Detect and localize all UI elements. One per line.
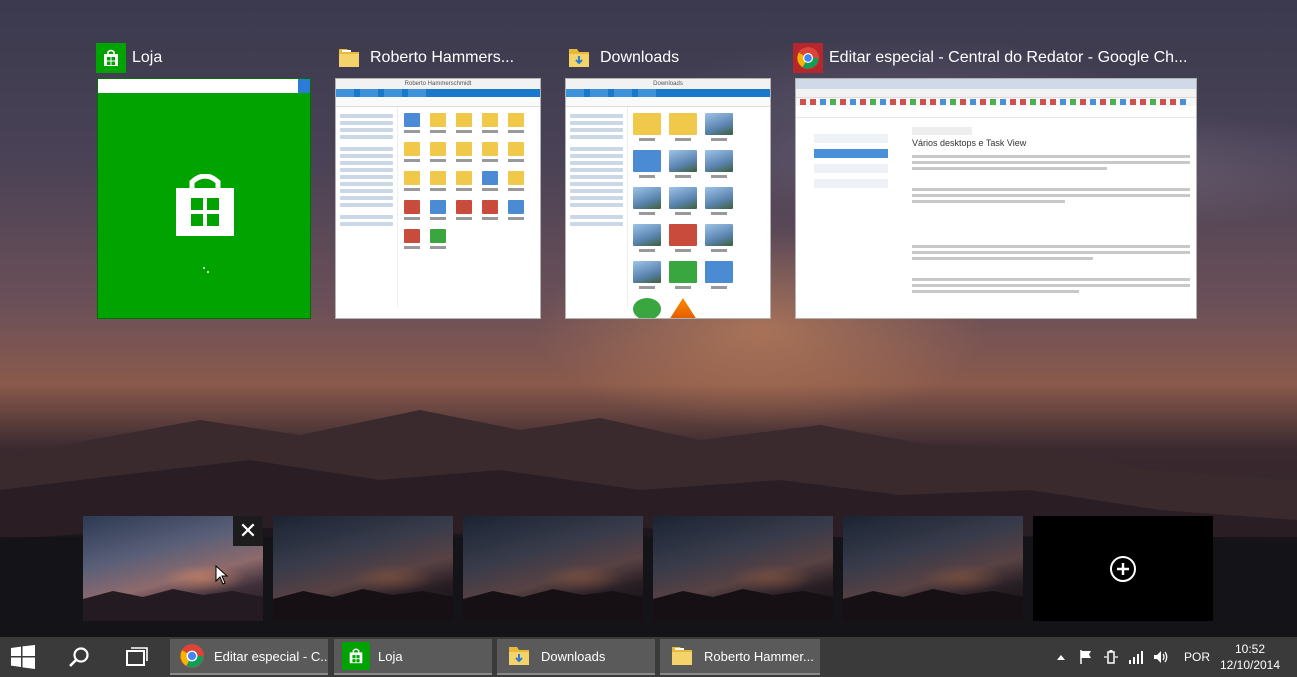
store-logo-icon xyxy=(176,174,234,236)
preview-titlebar: Downloads xyxy=(566,79,770,89)
downloads-folder-icon xyxy=(564,43,594,73)
task-view-button[interactable] xyxy=(114,637,160,677)
downloads-folder-icon xyxy=(505,642,533,670)
taskbar-app-label: Downloads xyxy=(541,648,606,664)
taskbar-app-downloads[interactable]: Downloads xyxy=(497,639,655,675)
clock-time: 10:52 xyxy=(1234,642,1266,656)
task-view-icon xyxy=(126,647,148,666)
window-title-text: Loja xyxy=(132,49,163,66)
search-icon xyxy=(69,647,89,667)
preview-sidebar xyxy=(796,118,906,296)
mouse-cursor-icon xyxy=(215,565,229,585)
chrome-icon xyxy=(178,642,206,670)
window-preview-roberto[interactable]: Roberto Hammerschmidt xyxy=(335,78,541,319)
window-title-roberto[interactable]: Roberto Hammers... xyxy=(334,41,540,75)
window-title-downloads[interactable]: Downloads xyxy=(564,41,770,75)
volume-icon[interactable] xyxy=(1152,648,1170,666)
virtual-desktop-2[interactable] xyxy=(273,516,453,621)
window-title-chrome[interactable]: Editar especial - Central do Redator - G… xyxy=(793,41,1197,75)
windows-logo-icon xyxy=(11,645,35,669)
window-preview-chrome[interactable]: Vários desktops e Task View xyxy=(795,78,1197,319)
action-center-flag-icon[interactable] xyxy=(1077,648,1095,666)
power-battery-icon[interactable] xyxy=(1102,648,1120,666)
window-preview-store[interactable] xyxy=(97,78,311,319)
new-desktop-button[interactable] xyxy=(1033,516,1213,621)
plus-circle-icon xyxy=(1110,555,1136,582)
taskbar-app-chrome[interactable]: Editar especial - C... xyxy=(170,639,328,675)
article-heading: Vários desktops e Task View xyxy=(912,138,1027,148)
network-signal-icon[interactable] xyxy=(1127,648,1145,666)
folder-icon xyxy=(668,642,696,670)
taskbar: Editar especial - C... Loja Downloads Ro… xyxy=(0,637,1297,677)
virtual-desktop-3[interactable] xyxy=(463,516,643,621)
window-preview-downloads[interactable]: Downloads xyxy=(565,78,771,319)
preview-file-grid xyxy=(628,107,770,318)
store-search-icon xyxy=(298,79,310,93)
system-tray: POR xyxy=(1045,637,1210,677)
preview-file-grid xyxy=(398,107,540,308)
chrome-icon xyxy=(793,43,823,73)
input-language[interactable]: POR xyxy=(1184,650,1210,664)
virtual-desktop-5[interactable] xyxy=(843,516,1023,621)
show-hidden-icons-button[interactable] xyxy=(1052,648,1070,666)
taskbar-app-label: Roberto Hammer... xyxy=(704,648,814,664)
window-title-text: Downloads xyxy=(600,49,680,66)
window-title-text: Editar especial - Central do Redator - G… xyxy=(829,49,1188,66)
store-icon xyxy=(96,43,126,73)
preview-nav-pane xyxy=(336,107,398,308)
virtual-desktop-4[interactable] xyxy=(653,516,833,621)
folder-icon xyxy=(334,43,364,73)
search-button[interactable] xyxy=(56,637,102,677)
taskbar-app-label: Loja xyxy=(378,648,403,664)
taskbar-app-label: Editar especial - C... xyxy=(214,648,328,664)
start-button[interactable] xyxy=(0,637,46,677)
store-icon xyxy=(342,642,370,670)
preview-article: Vários desktops e Task View xyxy=(906,118,1196,296)
taskbar-app-store[interactable]: Loja xyxy=(334,639,492,675)
clock-date: 12/10/2014 xyxy=(1219,658,1281,672)
window-title-text: Roberto Hammers... xyxy=(370,49,515,66)
close-desktop-button[interactable]: ✕ xyxy=(233,516,263,546)
preview-nav-pane xyxy=(566,107,628,308)
window-title-store[interactable]: Loja xyxy=(96,41,312,75)
preview-titlebar: Roberto Hammerschmidt xyxy=(336,79,540,89)
taskbar-app-roberto[interactable]: Roberto Hammer... xyxy=(660,639,820,675)
clock[interactable]: 10:52 12/10/2014 xyxy=(1218,641,1282,673)
loading-dots xyxy=(202,261,209,273)
